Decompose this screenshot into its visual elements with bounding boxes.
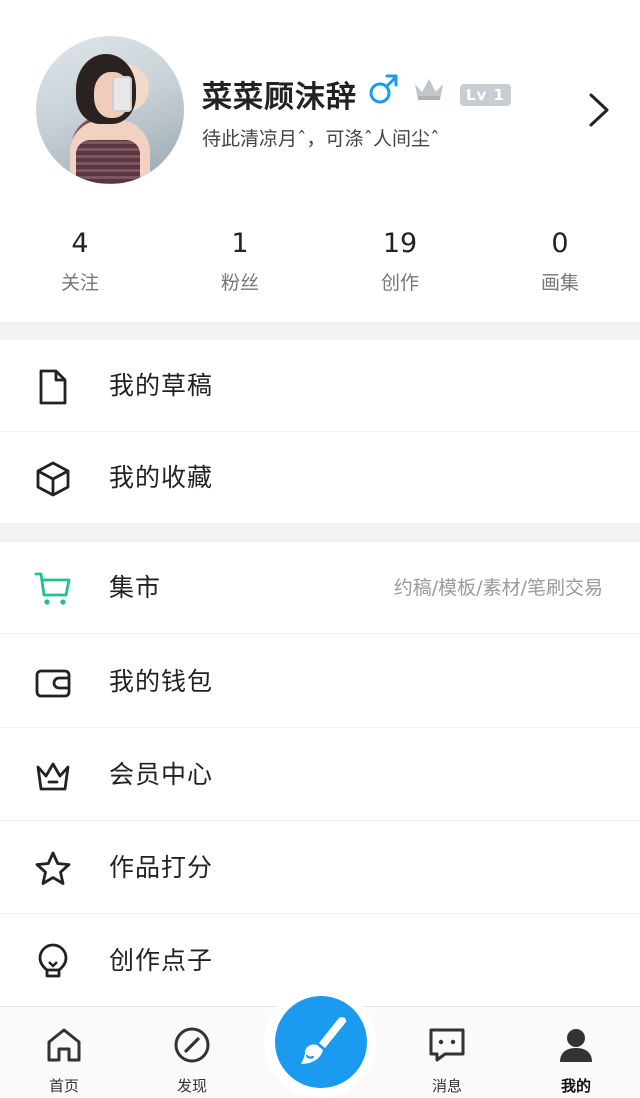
market-hint: 约稿/模板/素材/笔刷交易 [393, 577, 603, 599]
stat-albums[interactable]: 0 画集 [480, 226, 640, 322]
crown-icon [36, 762, 70, 791]
menu-label: 作品打分 [109, 853, 214, 882]
cube-icon [36, 461, 70, 497]
compass-icon [174, 1027, 210, 1063]
menu-label: 创作点子 [109, 946, 214, 975]
avatar-phone [112, 76, 132, 112]
menu-label: 我的收藏 [109, 463, 214, 492]
stat-value: 0 [551, 228, 569, 259]
profile-header[interactable]: 菜菜顾沫辞 Lv 1 待此清凉月ˆ，可涤ˆ人间尘ˆ [0, 0, 640, 210]
nav-label: 我的 [560, 1077, 591, 1095]
stat-followers[interactable]: 1 粉丝 [160, 226, 320, 322]
stat-value: 4 [71, 228, 89, 259]
message-icon [429, 1028, 465, 1062]
menu-item-rating[interactable]: 作品打分 [0, 822, 640, 914]
menu-item-favorites[interactable]: 我的收藏 [0, 432, 640, 524]
stat-value: 1 [231, 228, 249, 259]
nav-label: 消息 [431, 1077, 462, 1095]
nav-item-home[interactable]: 首页 [14, 1007, 114, 1098]
level-badge: Lv 1 [460, 84, 511, 106]
section-divider [0, 322, 640, 340]
nav-item-discover[interactable]: 发现 [142, 1007, 242, 1098]
user-signature: 待此清凉月ˆ，可涤ˆ人间尘ˆ [202, 128, 440, 150]
file-icon [39, 369, 67, 405]
stat-creations[interactable]: 19 创作 [320, 226, 480, 322]
crown-badge-icon [415, 79, 443, 100]
user-name: 菜菜顾沫辞 [202, 80, 357, 115]
menu-label: 会员中心 [109, 760, 214, 789]
stat-label: 粉丝 [220, 272, 259, 294]
stat-label: 创作 [380, 272, 419, 294]
avatar[interactable] [36, 36, 184, 184]
menu-label: 我的钱包 [109, 667, 214, 696]
section-divider [0, 524, 640, 542]
male-gender-icon [369, 74, 398, 104]
menu-item-drafts[interactable]: 我的草稿 [0, 340, 640, 432]
menu-label: 我的草稿 [109, 371, 214, 400]
lightbulb-icon [38, 943, 68, 978]
nav-label: 首页 [48, 1077, 79, 1095]
wallet-icon [35, 669, 71, 698]
chevron-right-icon[interactable] [586, 92, 612, 128]
menu-label: 集市 [109, 573, 162, 602]
create-button[interactable] [275, 996, 367, 1088]
stats-row: 4 关注 1 粉丝 19 创作 0 画集 [0, 226, 640, 322]
stat-label: 画集 [540, 272, 579, 294]
nav-item-messages[interactable]: 消息 [397, 1007, 497, 1098]
stat-label: 关注 [60, 272, 99, 294]
brush-icon [301, 1017, 347, 1064]
avatar-clothing [76, 140, 140, 184]
cart-icon [34, 572, 71, 605]
user-icon [560, 1029, 592, 1062]
menu-item-wallet[interactable]: 我的钱包 [0, 636, 640, 728]
nav-item-me[interactable]: 我的 [526, 1007, 626, 1098]
stat-following[interactable]: 4 关注 [0, 226, 160, 322]
nav-label: 发现 [176, 1077, 207, 1095]
menu-item-market[interactable]: 集市 约稿/模板/素材/笔刷交易 [0, 542, 640, 634]
star-icon [35, 851, 71, 885]
home-icon [47, 1028, 81, 1062]
menu-item-membership[interactable]: 会员中心 [0, 729, 640, 821]
stat-value: 19 [382, 228, 418, 259]
